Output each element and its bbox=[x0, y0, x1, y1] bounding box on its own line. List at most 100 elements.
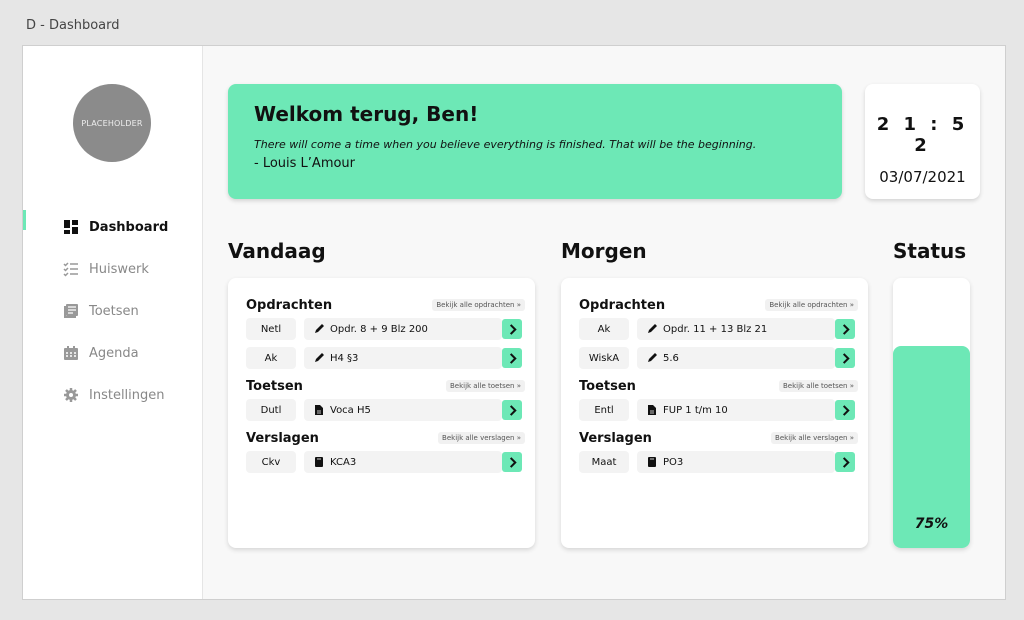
list-item: Dutl Voca H5 bbox=[246, 399, 525, 421]
task-field: Opdr. 11 + 13 Blz 21 bbox=[637, 318, 835, 340]
subject-badge: Entl bbox=[579, 399, 629, 421]
section-title: Toetsen bbox=[579, 378, 636, 394]
section-title: Verslagen bbox=[246, 430, 319, 446]
list-item: Netl Opdr. 8 + 9 Blz 200 bbox=[246, 318, 525, 340]
open-task-button[interactable] bbox=[835, 348, 855, 368]
see-all-reports-link[interactable]: Bekijk alle verslagen » bbox=[771, 432, 858, 444]
open-task-button[interactable] bbox=[502, 400, 522, 420]
pencil-icon bbox=[646, 352, 658, 364]
section-title: Opdrachten bbox=[579, 297, 666, 313]
book-icon bbox=[313, 456, 325, 468]
subject-badge: Dutl bbox=[246, 399, 296, 421]
see-all-tests-link[interactable]: Bekijk alle toetsen » bbox=[445, 380, 525, 392]
open-task-button[interactable] bbox=[835, 319, 855, 339]
app-frame: PLACEHOLDER Dashboard Huiswerk Toetsen A… bbox=[22, 45, 1006, 600]
task-field: PO3 bbox=[637, 451, 835, 473]
assignments-section: Opdrachten Bekijk alle opdrachten » Ak O… bbox=[579, 296, 858, 369]
sidebar-item-toetsen[interactable]: Toetsen bbox=[23, 290, 203, 332]
window-title: D - Dashboard bbox=[26, 18, 120, 33]
task-text: Voca H5 bbox=[330, 404, 371, 416]
document-icon bbox=[313, 404, 325, 416]
see-all-assignments-link[interactable]: Bekijk alle opdrachten » bbox=[765, 299, 858, 311]
subject-badge: Ak bbox=[246, 347, 296, 369]
open-task-button[interactable] bbox=[835, 400, 855, 420]
calendar-icon bbox=[63, 345, 79, 361]
pencil-icon bbox=[313, 323, 325, 335]
chevron-right-icon bbox=[509, 323, 517, 335]
section-title: Opdrachten bbox=[246, 297, 333, 313]
section-title: Toetsen bbox=[246, 378, 303, 394]
open-task-button[interactable] bbox=[835, 452, 855, 472]
sidebar-item-label: Huiswerk bbox=[89, 261, 149, 277]
chevron-right-icon bbox=[509, 456, 517, 468]
open-task-button[interactable] bbox=[502, 348, 522, 368]
task-text: 5.6 bbox=[663, 352, 679, 364]
status-title: Status bbox=[893, 239, 967, 263]
reports-section: Verslagen Bekijk alle verslagen » Ckv KC… bbox=[246, 429, 525, 473]
see-all-reports-link[interactable]: Bekijk alle verslagen » bbox=[438, 432, 525, 444]
task-field: FUP 1 t/m 10 bbox=[637, 399, 835, 421]
notes-icon bbox=[63, 303, 79, 319]
today-title: Vandaag bbox=[228, 239, 326, 263]
quote-author: - Louis L’Amour bbox=[254, 156, 356, 171]
sidebar-item-label: Instellingen bbox=[89, 387, 165, 403]
sidebar-item-huiswerk[interactable]: Huiswerk bbox=[23, 248, 203, 290]
sidebar-item-instellingen[interactable]: Instellingen bbox=[23, 374, 203, 416]
clock-widget: 2 1 : 5 2 03/07/2021 bbox=[865, 84, 980, 199]
clock-date: 03/07/2021 bbox=[879, 168, 966, 186]
sidebar-item-label: Agenda bbox=[89, 345, 139, 361]
document-icon bbox=[646, 404, 658, 416]
checklist-icon bbox=[63, 261, 79, 277]
task-field: H4 §3 bbox=[304, 347, 502, 369]
chevron-right-icon bbox=[842, 404, 850, 416]
subject-badge: WiskA bbox=[579, 347, 629, 369]
chevron-right-icon bbox=[509, 352, 517, 364]
book-icon bbox=[646, 456, 658, 468]
avatar[interactable]: PLACEHOLDER bbox=[73, 84, 151, 162]
task-field: Opdr. 8 + 9 Blz 200 bbox=[304, 318, 502, 340]
quote-text: There will come a time when you believe … bbox=[254, 138, 757, 151]
pencil-icon bbox=[646, 323, 658, 335]
sidebar-item-dashboard[interactable]: Dashboard bbox=[23, 206, 203, 248]
list-item: Ak H4 §3 bbox=[246, 347, 525, 369]
status-percent: 75% bbox=[914, 516, 949, 532]
chevron-right-icon bbox=[509, 404, 517, 416]
list-item: WiskA 5.6 bbox=[579, 347, 858, 369]
tests-section: Toetsen Bekijk alle toetsen » Entl FUP 1… bbox=[579, 377, 858, 421]
subject-badge: Maat bbox=[579, 451, 629, 473]
see-all-assignments-link[interactable]: Bekijk alle opdrachten » bbox=[432, 299, 525, 311]
pencil-icon bbox=[313, 352, 325, 364]
sidebar-item-agenda[interactable]: Agenda bbox=[23, 332, 203, 374]
subject-badge: Ak bbox=[579, 318, 629, 340]
open-task-button[interactable] bbox=[502, 319, 522, 339]
tests-section: Toetsen Bekijk alle toetsen » Dutl Voca … bbox=[246, 377, 525, 421]
assignments-section: Opdrachten Bekijk alle opdrachten » Netl… bbox=[246, 296, 525, 369]
today-card: Opdrachten Bekijk alle opdrachten » Netl… bbox=[228, 278, 535, 548]
subject-badge: Ckv bbox=[246, 451, 296, 473]
welcome-title: Welkom terug, Ben! bbox=[254, 102, 479, 126]
list-item: Ak Opdr. 11 + 13 Blz 21 bbox=[579, 318, 858, 340]
sidebar: PLACEHOLDER Dashboard Huiswerk Toetsen A… bbox=[23, 46, 203, 599]
see-all-tests-link[interactable]: Bekijk alle toetsen » bbox=[778, 380, 858, 392]
task-field: Voca H5 bbox=[304, 399, 502, 421]
subject-badge: Netl bbox=[246, 318, 296, 340]
task-field: KCA3 bbox=[304, 451, 502, 473]
clock-time: 2 1 : 5 2 bbox=[876, 114, 969, 156]
task-text: FUP 1 t/m 10 bbox=[663, 404, 728, 416]
sidebar-item-label: Dashboard bbox=[89, 219, 169, 235]
sidebar-item-label: Toetsen bbox=[89, 303, 139, 319]
tomorrow-title: Morgen bbox=[561, 239, 647, 263]
list-item: Entl FUP 1 t/m 10 bbox=[579, 399, 858, 421]
task-field: 5.6 bbox=[637, 347, 835, 369]
reports-section: Verslagen Bekijk alle verslagen » Maat P… bbox=[579, 429, 858, 473]
chevron-right-icon bbox=[842, 352, 850, 364]
open-task-button[interactable] bbox=[502, 452, 522, 472]
dashboard-icon bbox=[63, 219, 79, 235]
list-item: Maat PO3 bbox=[579, 451, 858, 473]
section-title: Verslagen bbox=[579, 430, 652, 446]
task-text: PO3 bbox=[663, 456, 684, 468]
chevron-right-icon bbox=[842, 323, 850, 335]
chevron-right-icon bbox=[842, 456, 850, 468]
status-progress: 75% bbox=[893, 278, 970, 548]
task-text: Opdr. 8 + 9 Blz 200 bbox=[330, 323, 428, 335]
